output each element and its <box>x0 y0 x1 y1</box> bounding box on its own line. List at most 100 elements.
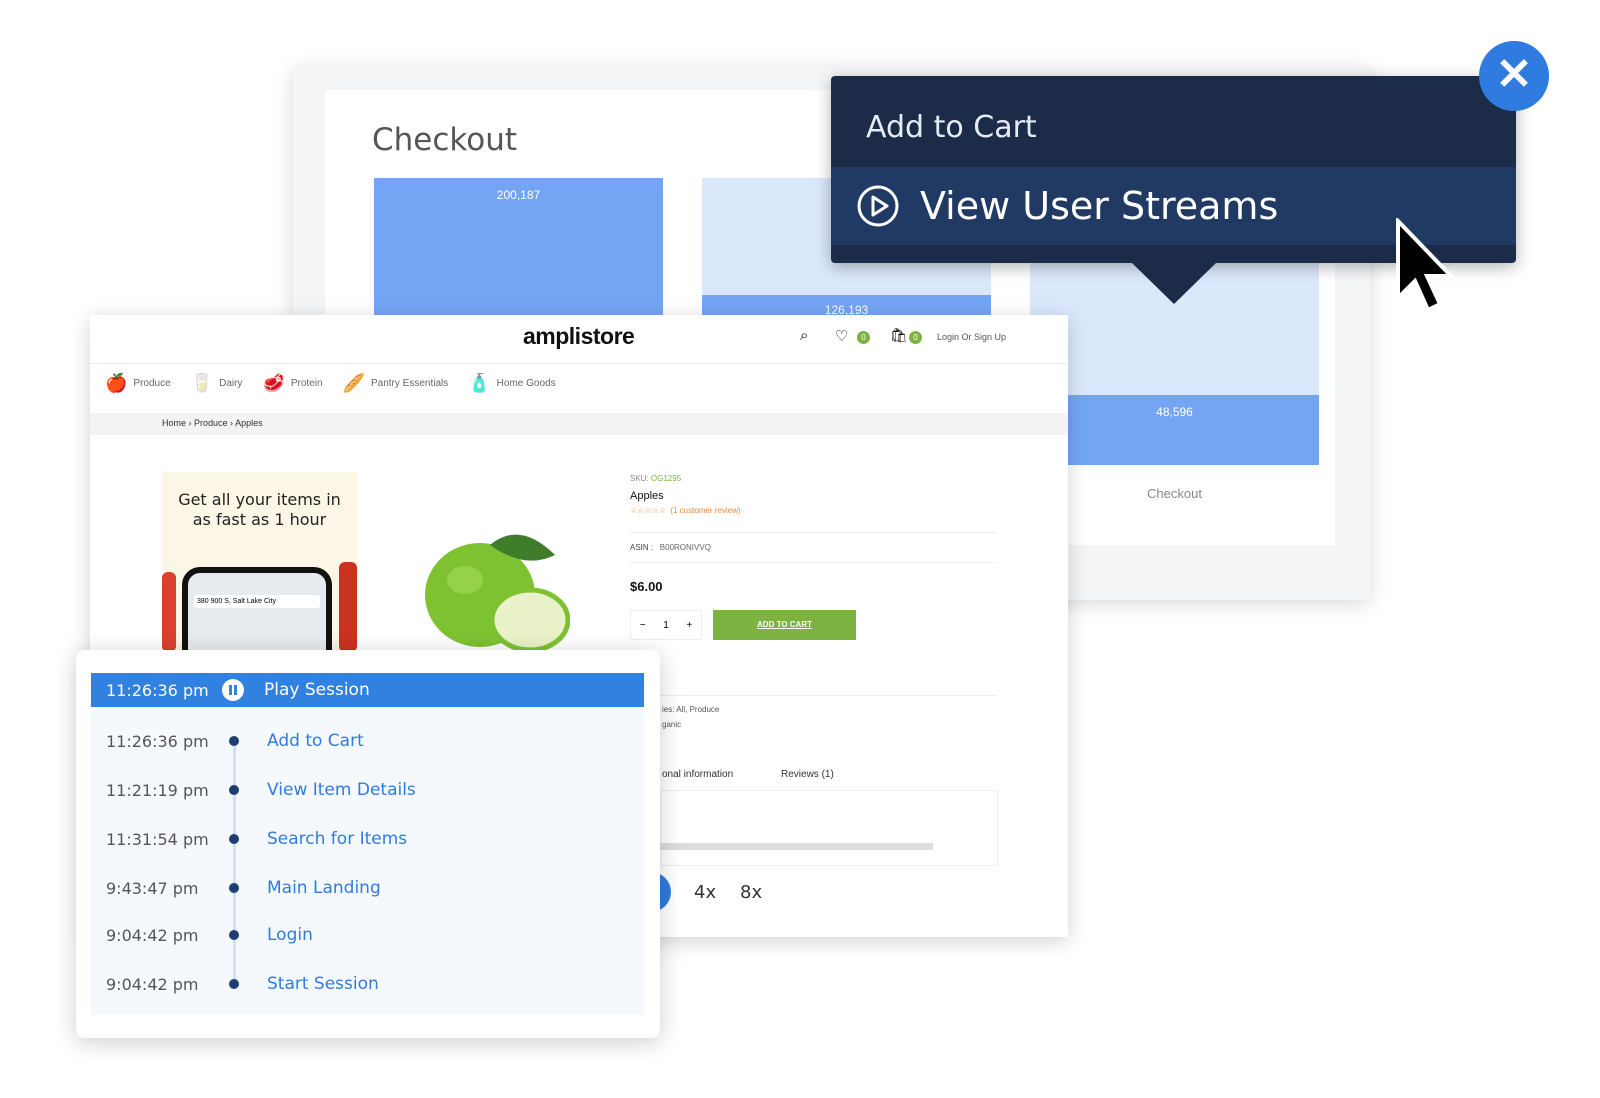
divider <box>630 562 997 563</box>
event-label[interactable]: Main Landing <box>267 878 381 898</box>
event-label[interactable]: View Item Details <box>267 780 416 800</box>
asin-label: ASIN : <box>630 543 654 552</box>
event-time: 9:04:42 pm <box>106 925 199 945</box>
funnel-bar-1[interactable]: 200,187 <box>374 178 663 318</box>
timeline-dot <box>229 736 239 746</box>
divider <box>630 532 997 533</box>
playback-progress[interactable] <box>660 843 933 850</box>
search-icon[interactable]: ⌕ <box>800 327 808 344</box>
menu-item-label: View User Streams <box>920 184 1279 228</box>
nav-home-goods[interactable]: 🧴 Home Goods <box>468 373 555 394</box>
nav-label: Protein <box>290 378 323 389</box>
asin-row: ASIN : B00RONIVVQ <box>630 543 711 552</box>
play-session-row[interactable]: 11:26:36 pm Play Session <box>91 673 644 707</box>
nav-label: Home Goods <box>496 378 556 389</box>
funnel-bar-3[interactable]: 48,596 <box>1030 395 1319 465</box>
produce-icon: 🍎 <box>105 373 128 393</box>
tab-reviews[interactable]: Reviews (1) <box>781 769 834 780</box>
event-row[interactable]: 9:04:42 pm Start Session <box>91 969 644 999</box>
event-label[interactable]: Search for Items <box>267 829 407 849</box>
decrease-button[interactable]: − <box>640 620 646 631</box>
sku-value: OG1295 <box>650 474 682 483</box>
crumb-home[interactable]: Home <box>162 418 186 428</box>
rating-row[interactable]: ☆☆☆☆☆ (1 customer review) <box>630 506 741 515</box>
tab-additional-information[interactable]: onal information <box>662 769 733 780</box>
pantry-icon: 🥖 <box>342 373 365 393</box>
product-name: Apples <box>630 490 664 502</box>
event-label[interactable]: Start Session <box>267 974 379 994</box>
category-nav: 🍎 Produce 🥛 Dairy 🥩 Protein 🥖 Pantry Essenti… <box>105 373 556 394</box>
event-row[interactable]: 9:43:47 pm Main Landing <box>91 873 644 903</box>
nav-pantry[interactable]: 🥖 Pantry Essentials <box>343 373 449 394</box>
crumb-produce[interactable]: Produce <box>194 418 228 428</box>
breadcrumb: Home › Produce › Apples <box>90 413 1068 435</box>
mouse-cursor-icon <box>1396 218 1456 313</box>
play-circle-icon <box>857 185 899 227</box>
dairy-icon: 🥛 <box>190 373 214 393</box>
wishlist-count: 0 <box>857 331 870 344</box>
nav-label: Dairy <box>219 378 243 389</box>
event-time: 9:43:47 pm <box>106 878 199 898</box>
event-list: 11:26:36 pm Play Session 11:26:36 pm Add … <box>91 673 644 1015</box>
phone-illustration: 380 900 S, Salt Lake City <box>182 567 332 652</box>
crumb-current: Apples <box>235 418 263 428</box>
speed-8x[interactable]: 8x <box>740 882 762 903</box>
asin-value: B00RONIVVQ <box>659 543 711 552</box>
nav-produce[interactable]: 🍎 Produce <box>105 373 171 394</box>
event-time: 11:26:36 pm <box>106 731 209 751</box>
pause-icon[interactable] <box>222 679 244 701</box>
divider <box>90 363 1068 364</box>
produce-illustration <box>339 562 357 652</box>
quantity-value[interactable]: 1 <box>663 620 669 631</box>
home-goods-icon: 🧴 <box>468 373 491 393</box>
produce-illustration <box>162 572 176 652</box>
timeline-dot <box>229 930 239 940</box>
close-icon: ✕ <box>1495 50 1533 99</box>
timeline-dot <box>229 785 239 795</box>
session-panel: 11:26:36 pm Play Session 11:26:36 pm Add … <box>76 650 660 1038</box>
menu-item-add-to-cart[interactable]: Add to Cart <box>866 110 1037 145</box>
tags-row: ganic <box>662 720 682 729</box>
event-time: 9:04:42 pm <box>106 974 199 994</box>
product-price: $6.00 <box>630 579 663 594</box>
funnel-step-label: Checkout <box>1147 486 1202 501</box>
menu-pointer <box>1131 262 1217 304</box>
store-logo[interactable]: amplistore <box>523 323 635 350</box>
event-row[interactable]: 11:21:19 pm View Item Details <box>91 775 644 805</box>
nav-protein[interactable]: 🥩 Protein <box>262 373 322 394</box>
review-link[interactable]: (1 customer review) <box>670 506 740 515</box>
address-label: 380 900 S, Salt Lake City <box>194 595 320 608</box>
event-time: 11:26:36 pm <box>106 680 209 700</box>
event-row[interactable]: 9:04:42 pm Login <box>91 920 644 950</box>
timeline-dot <box>229 883 239 893</box>
wishlist-icon[interactable]: ♡ <box>835 327 848 345</box>
star-rating: ☆☆☆☆☆ <box>630 506 666 515</box>
speed-4x[interactable]: 4x <box>694 882 716 903</box>
sku-row: SKU: OG1295 <box>630 474 681 483</box>
chart-title: Checkout <box>372 122 518 158</box>
nav-dairy[interactable]: 🥛 Dairy <box>191 373 243 394</box>
event-time: 11:21:19 pm <box>106 780 209 800</box>
event-time: 11:31:54 pm <box>106 829 209 849</box>
protein-icon: 🥩 <box>262 373 285 393</box>
timeline-dot <box>229 979 239 989</box>
add-to-cart-button[interactable]: ADD TO CART <box>713 610 856 640</box>
quantity-stepper[interactable]: − 1 + <box>630 610 702 640</box>
cart-count: 0 <box>909 331 922 344</box>
categories-row: ies: All, Produce <box>662 705 720 714</box>
close-button[interactable]: ✕ <box>1479 41 1549 111</box>
cart-icon[interactable]: 🛍 <box>890 327 908 344</box>
tab-content <box>660 790 998 866</box>
promo-headline: Get all your items in as fast as 1 hour <box>178 490 341 529</box>
play-session-label: Play Session <box>264 680 370 700</box>
nav-label: Produce <box>133 378 171 389</box>
event-label[interactable]: Login <box>267 925 313 945</box>
event-row[interactable]: 11:31:54 pm Search for Items <box>91 824 644 854</box>
event-row[interactable]: 11:26:36 pm Add to Cart <box>91 726 644 756</box>
promo-banner[interactable]: Get all your items in as fast as 1 hour … <box>162 472 357 652</box>
increase-button[interactable]: + <box>686 620 692 631</box>
login-link[interactable]: Login Or Sign Up <box>937 332 1006 342</box>
apple-image <box>425 534 570 650</box>
nav-label: Pantry Essentials <box>370 378 449 389</box>
event-label[interactable]: Add to Cart <box>267 731 364 751</box>
